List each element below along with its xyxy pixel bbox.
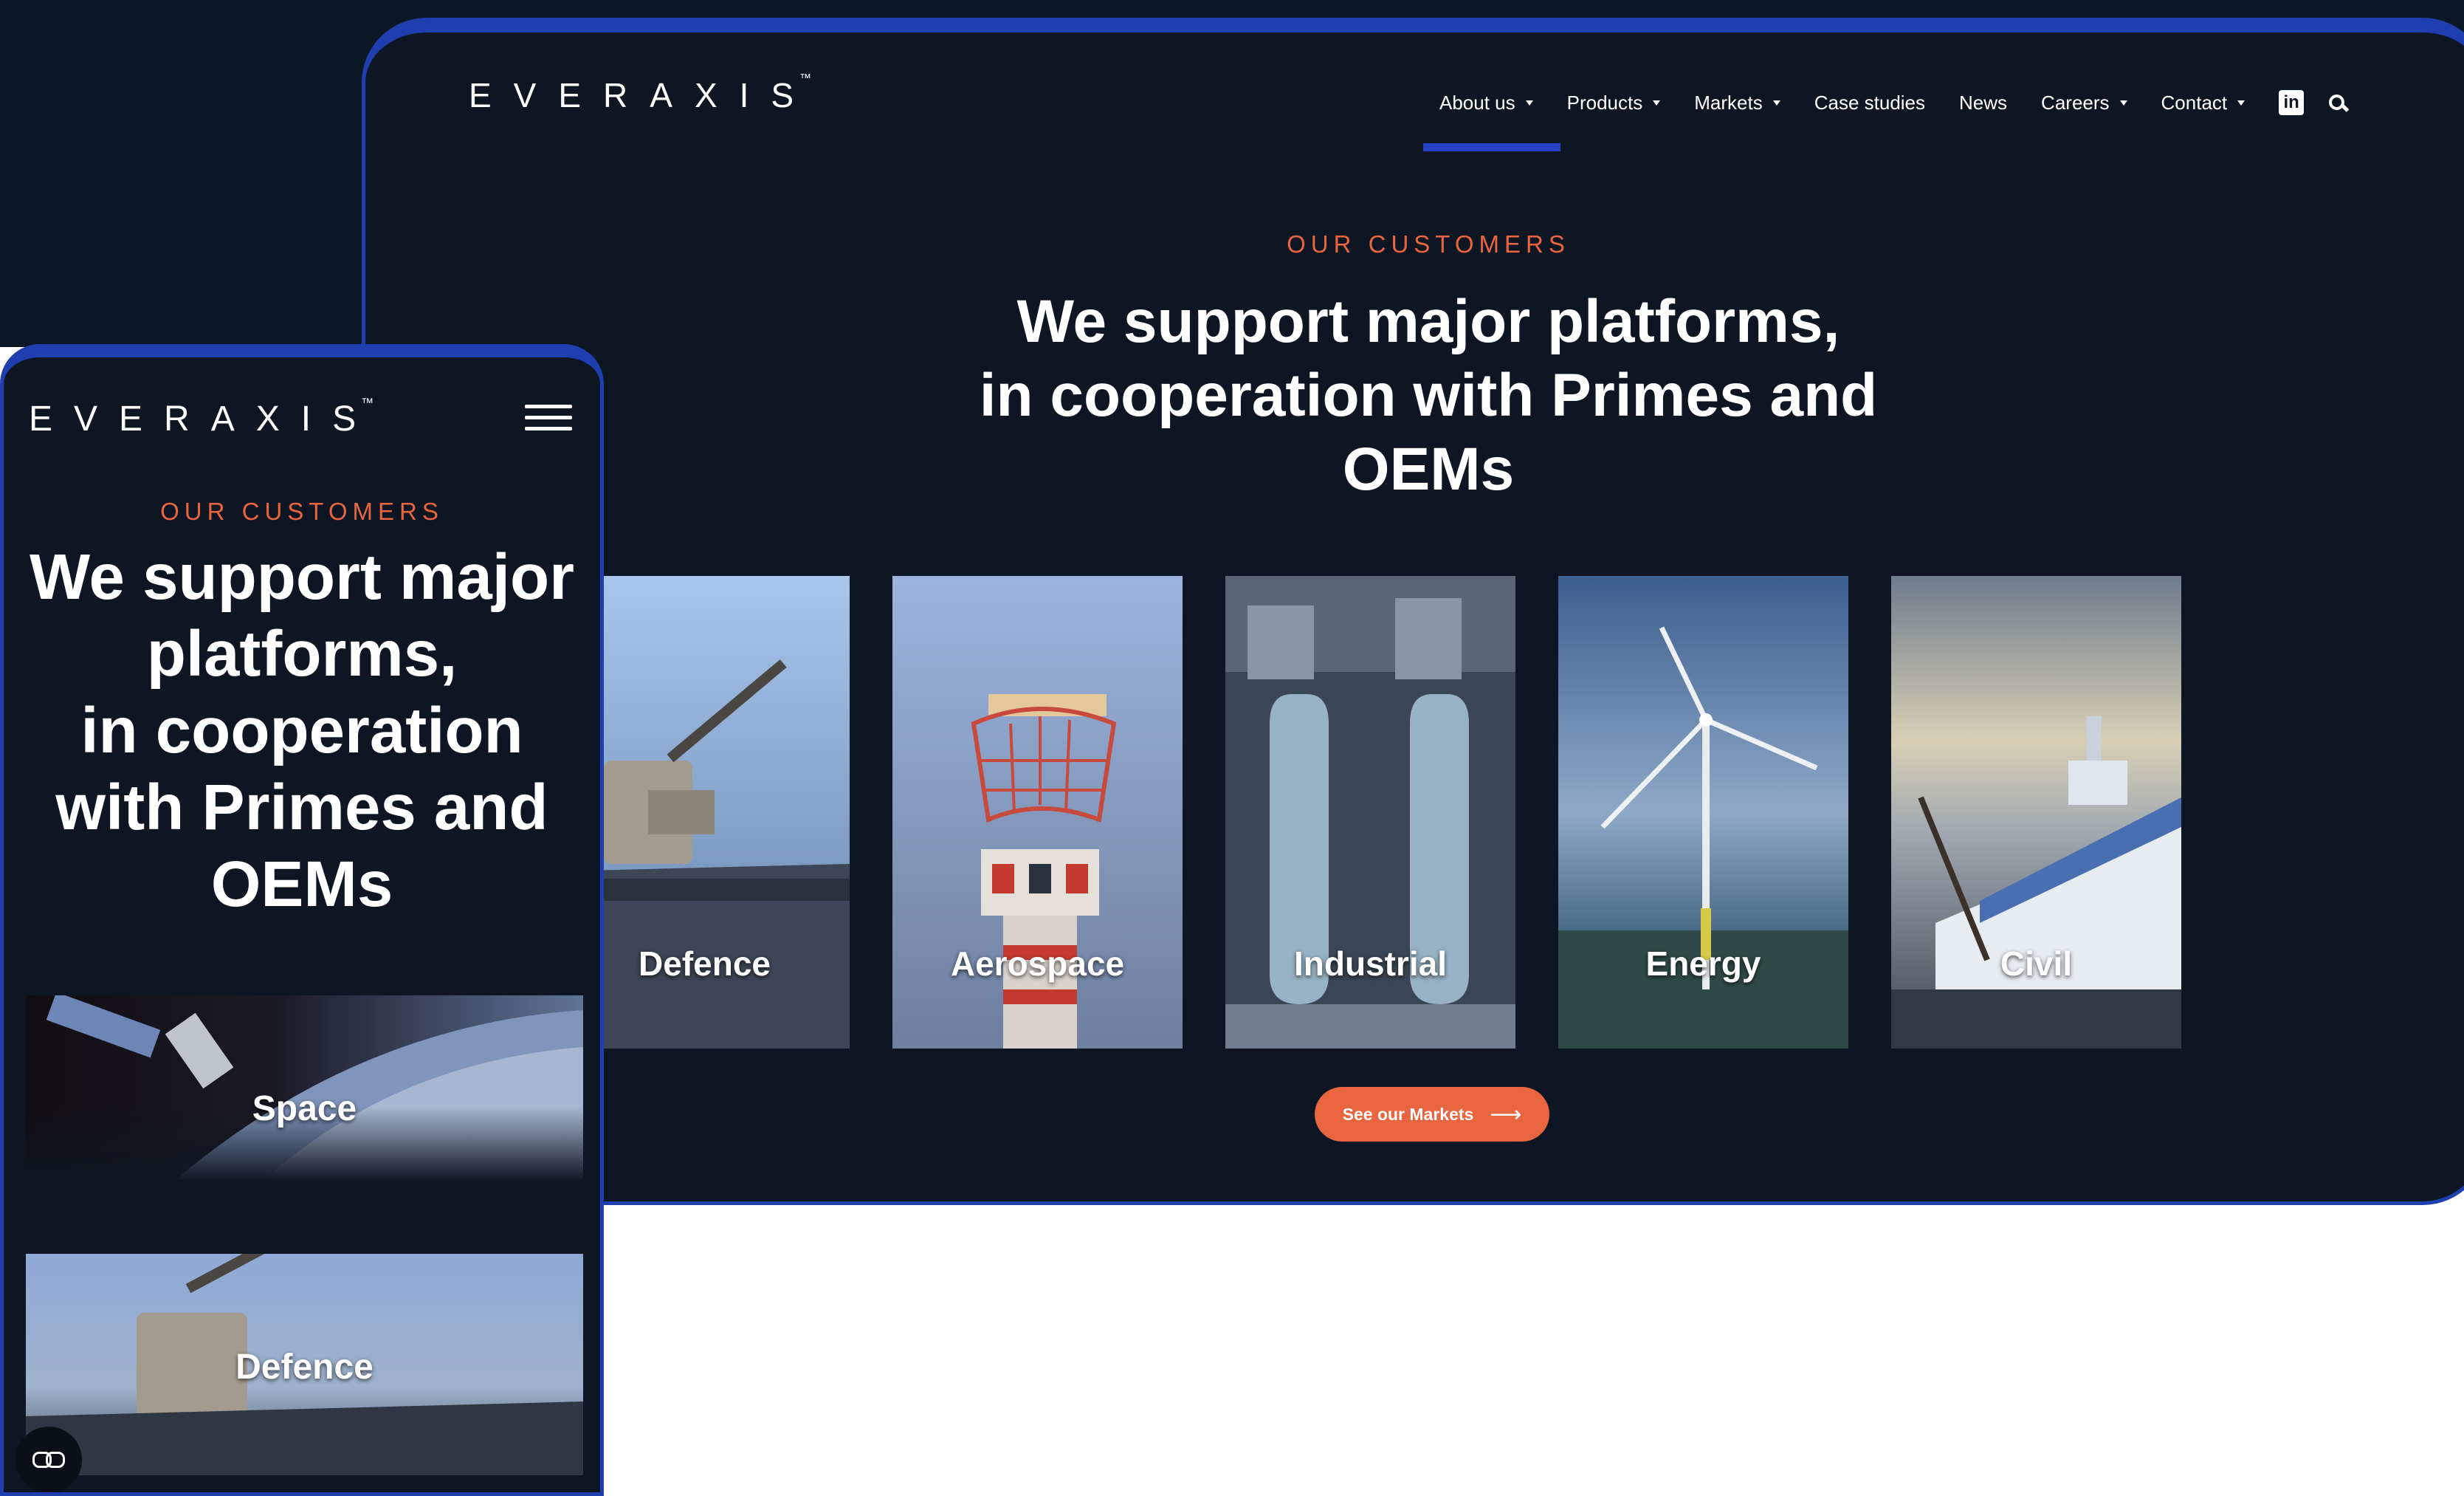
trademark: ™ <box>361 396 374 410</box>
brand-name: EVERAXIS <box>29 399 378 439</box>
active-nav-indicator <box>1423 143 1560 151</box>
caret-down-icon <box>1525 100 1533 106</box>
caret-down-icon <box>2119 100 2127 106</box>
card-label: Energy <box>1645 944 1761 983</box>
arrow-right-icon: ⟶ <box>1490 1102 1522 1127</box>
hamburger-menu-icon[interactable] <box>525 405 572 431</box>
cookie-settings-button[interactable] <box>16 1427 82 1492</box>
brand-name: EVERAXIS <box>469 76 816 114</box>
linkedin-icon[interactable]: in <box>2279 90 2305 115</box>
card-label: Space <box>252 1089 357 1128</box>
nav-item-case-studies[interactable]: Case studies <box>1814 92 1925 114</box>
section-eyebrow: OUR CUSTOMERS <box>1287 230 1570 258</box>
main-navigation: About us Products Markets Case studies N… <box>1439 90 2345 115</box>
nav-item-contact[interactable]: Contact <box>2161 92 2246 114</box>
brand-logo[interactable]: EVERAXIS™ <box>29 396 390 439</box>
section-eyebrow: OUR CUSTOMERS <box>160 498 444 525</box>
market-card-space[interactable]: Space <box>26 995 583 1181</box>
privacy-icon <box>32 1452 65 1468</box>
nav-item-news[interactable]: News <box>1959 92 2007 114</box>
cta-label: See our Markets <box>1342 1104 1474 1124</box>
card-label: Aerospace <box>950 944 1125 983</box>
caret-down-icon <box>1653 100 1661 106</box>
search-icon[interactable] <box>2329 95 2345 111</box>
see-markets-button[interactable]: See our Markets ⟶ <box>1315 1087 1549 1142</box>
market-card-aerospace[interactable]: Aerospace <box>892 576 1183 1049</box>
card-label: Civil <box>2000 944 2073 983</box>
trademark: ™ <box>799 72 812 85</box>
caret-down-icon <box>2237 100 2246 106</box>
mobile-screen: EVERAXIS™ OUR CUSTOMERS We support major… <box>0 344 604 1496</box>
market-card-defence[interactable]: Defence <box>26 1254 583 1475</box>
market-card-civil[interactable]: Civil <box>1891 576 2181 1049</box>
caret-down-icon <box>1772 100 1780 106</box>
desktop-screen: EVERAXIS™ About us Products Markets Case… <box>362 18 2464 1205</box>
section-headline: We support major platforms, in cooperati… <box>30 541 574 920</box>
market-card-energy[interactable]: Energy <box>1558 576 1848 1049</box>
card-label: Industrial <box>1293 944 1448 983</box>
nav-item-careers[interactable]: Careers <box>2041 92 2127 114</box>
market-card-industrial[interactable]: Industrial <box>1225 576 1515 1049</box>
nav-item-products[interactable]: Products <box>1567 92 1661 114</box>
section-headline: We support major platforms, in cooperati… <box>979 288 1878 503</box>
nav-item-about-us[interactable]: About us <box>1439 92 1533 114</box>
nav-item-markets[interactable]: Markets <box>1694 92 1780 114</box>
card-label: Defence <box>235 1348 374 1387</box>
market-cards: ce Defence <box>365 576 2464 1049</box>
brand-logo[interactable]: EVERAXIS™ <box>469 72 827 115</box>
